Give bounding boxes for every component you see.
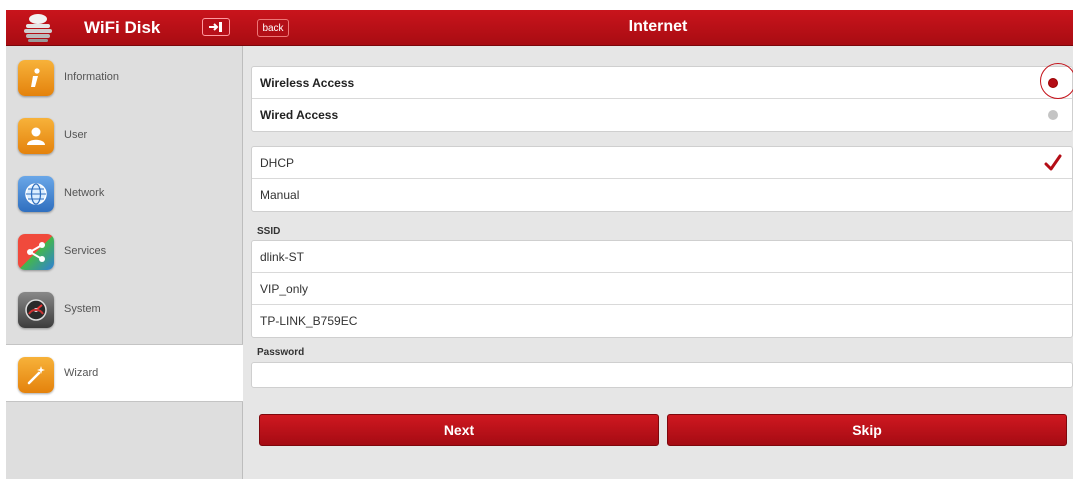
logout-icon: [209, 22, 222, 32]
sidebar-item-label: Network: [64, 187, 105, 199]
info-icon: [18, 60, 54, 96]
manual-option[interactable]: Manual: [252, 179, 1072, 211]
app-window: WiFi Disk Information User Network Servi…: [6, 10, 1073, 479]
sidebar-header: WiFi Disk: [6, 10, 243, 46]
option-label: Wireless Access: [260, 76, 355, 90]
wireless-access-option[interactable]: Wireless Access: [252, 67, 1072, 99]
sidebar-item-label: Wizard: [64, 367, 99, 379]
share-icon: [18, 234, 54, 270]
ssid-item[interactable]: dlink-ST: [252, 241, 1072, 273]
gauge-icon: [18, 292, 54, 328]
ssid-name: dlink-ST: [260, 250, 305, 264]
radio-unselected-icon: [1048, 110, 1058, 120]
disk-stack-icon: [24, 14, 52, 42]
option-label: Manual: [260, 188, 300, 202]
password-label: Password: [257, 347, 305, 358]
option-label: DHCP: [260, 156, 295, 170]
globe-icon: [18, 176, 54, 212]
access-type-group: Wireless Access Wired Access: [251, 66, 1073, 132]
logout-button[interactable]: [202, 18, 230, 36]
sidebar-item-wizard[interactable]: Wizard: [6, 344, 243, 402]
ssid-list: dlink-ST VIP_only TP-LINK_B759EC: [251, 240, 1073, 338]
password-field[interactable]: [251, 362, 1073, 388]
ssid-item[interactable]: VIP_only: [252, 273, 1072, 305]
sidebar-item-label: User: [64, 129, 88, 141]
wired-access-option[interactable]: Wired Access: [252, 99, 1072, 131]
sidebar-item-network[interactable]: Network: [6, 164, 243, 222]
sidebar-item-label: Information: [64, 71, 120, 83]
page-title: Internet: [628, 18, 688, 35]
sidebar-item-services[interactable]: Services: [6, 222, 243, 280]
top-bar: back Internet: [243, 10, 1073, 46]
dhcp-option[interactable]: DHCP: [252, 147, 1072, 179]
sidebar-item-user[interactable]: User: [6, 106, 243, 164]
ssid-name: TP-LINK_B759EC: [260, 314, 358, 328]
app-title: WiFi Disk: [84, 18, 161, 37]
sidebar-item-label: System: [64, 303, 101, 315]
checkmark-icon: [1044, 154, 1062, 171]
sidebar-item-system[interactable]: System: [6, 280, 243, 338]
option-label: Wired Access: [260, 108, 339, 122]
user-icon: [18, 118, 54, 154]
main-panel: back Internet Wireless Access Wired Acce…: [243, 10, 1073, 479]
sidebar-item-information[interactable]: Information: [6, 48, 243, 106]
ssid-name: VIP_only: [260, 282, 309, 296]
sidebar: WiFi Disk Information User Network Servi…: [6, 10, 243, 479]
ssid-item[interactable]: TP-LINK_B759EC: [252, 305, 1072, 337]
sidebar-item-label: Services: [64, 245, 107, 257]
next-button[interactable]: Next: [259, 414, 659, 446]
skip-button[interactable]: Skip: [667, 414, 1067, 446]
wand-icon: [18, 357, 54, 393]
ssid-label: SSID: [257, 226, 281, 237]
highlight-ring: [1040, 63, 1073, 99]
ip-mode-group: DHCP Manual: [251, 146, 1073, 212]
